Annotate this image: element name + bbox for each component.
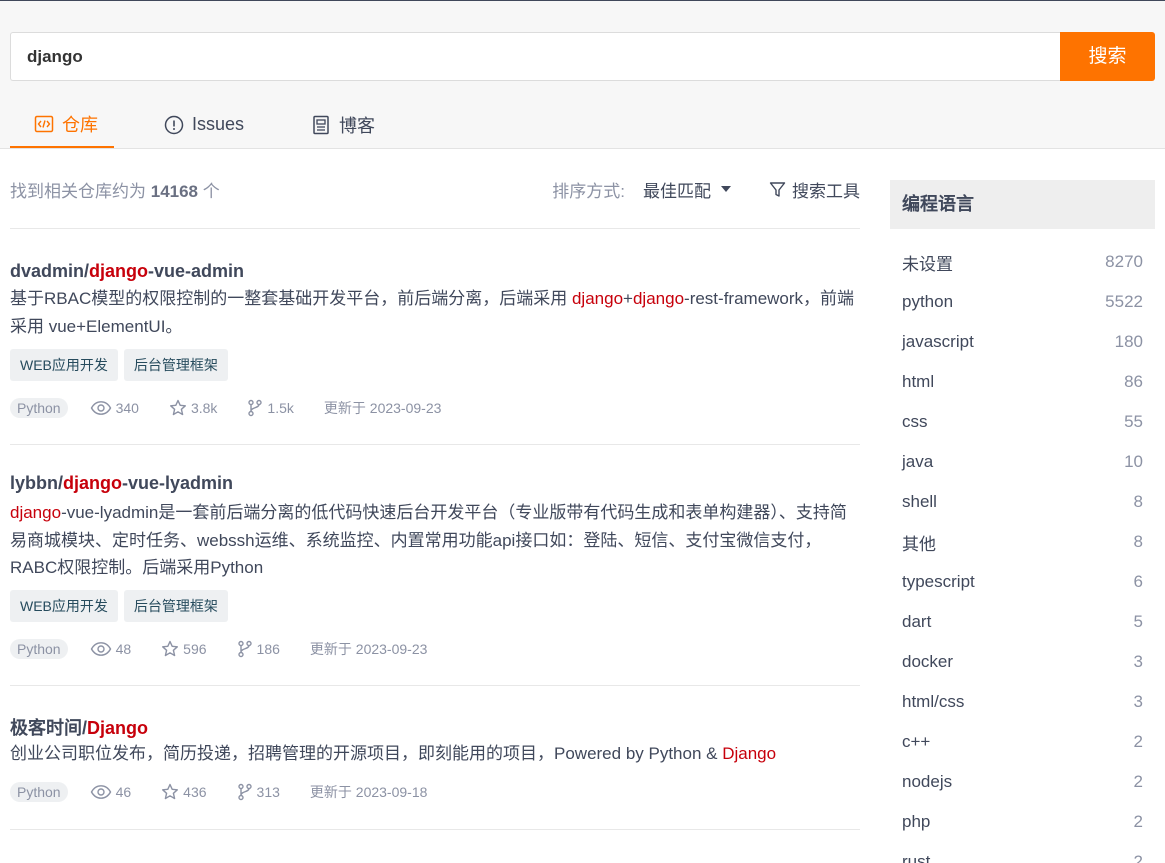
language-filter-item[interactable]: html 86 [890,362,1155,402]
tab-issues[interactable]: Issues [164,101,244,148]
language-filter-item[interactable]: dart 5 [890,602,1155,642]
fork-icon [237,783,252,801]
sort-controls: 排序方式: 最佳匹配 搜索工具 [552,177,860,202]
updated-date: 更新于 2023-09-23 [309,641,428,657]
language-filter-item[interactable]: html/css 3 [890,682,1155,722]
repo-description: 创业公司职位发布，简历投递，招聘管理的开源项目，即刻能用的项目，Powered … [10,744,777,763]
language-badge: Python [10,639,68,659]
fork-icon [248,399,263,417]
language-filter-panel: 编程语言 未设置 8270 python 5522 javascript 180 ht… [890,180,1155,863]
tab-blog[interactable]: 博客 [311,101,375,148]
repo-meta: Python 340 3.8k 1.5k 更新于 2023-09-23 [10,398,441,418]
repo-meta: Python 48 596 186 更新于 2023-09-23 [10,639,427,659]
result-item: lybbn/django-vue-lyadmin django-vue-lyad… [10,445,860,686]
tab-repositories[interactable]: 仓库 [10,101,114,148]
tag[interactable]: WEB应用开发 [10,349,118,381]
language-badge: Python [10,398,68,418]
tag-list: WEB应用开发 后台管理框架 [10,590,228,622]
language-filter-item[interactable]: python 5522 [890,282,1155,322]
result-count: 找到相关仓库约为 14168 个 [10,181,220,201]
star-count: 596 [161,640,207,658]
results-panel: 找到相关仓库约为 14168 个 排序方式: 最佳匹配 搜索工具 dvadmin… [10,150,860,830]
result-item: dvadmin/django-vue-admin 基于RBAC模型的权限控制的一… [10,229,860,445]
repo-title-link[interactable]: lybbn/django-vue-lyadmin [10,473,233,494]
language-filter-item[interactable]: php 2 [890,802,1155,842]
eye-icon [90,401,111,415]
language-filter-item[interactable]: docker 3 [890,642,1155,682]
watch-count: 48 [90,641,131,657]
repo-description: django-vue-lyadmin是一套前后端分离的低代码快速后台开发平台（专… [10,503,847,577]
language-list: 未设置 8270 python 5522 javascript 180 html 86 … [890,229,1155,863]
language-filter-item[interactable]: css 55 [890,402,1155,442]
sidebar-title: 编程语言 [890,180,1155,229]
language-filter-item[interactable]: java 10 [890,442,1155,482]
star-icon [169,399,186,416]
tab-label: 仓库 [62,114,98,135]
star-count: 3.8k [169,399,217,417]
search-input[interactable]: django [10,32,1060,81]
language-filter-item[interactable]: 未设置 8270 [890,242,1155,282]
search-header: django 搜索 仓库 Issues 博客 [0,1,1165,149]
language-filter-item[interactable]: typescript 6 [890,562,1155,602]
eye-icon [90,785,111,799]
fork-count: 186 [237,640,280,658]
updated-date: 更新于 2023-09-23 [323,400,442,416]
fork-count: 313 [237,783,280,801]
language-filter-item[interactable]: nodejs 2 [890,762,1155,802]
star-icon [162,783,179,800]
repo-meta: Python 46 436 313 更新于 2023-09-18 [10,782,427,802]
search-tools-button[interactable]: 搜索工具 [769,177,860,202]
watch-count: 46 [90,784,131,800]
star-count: 436 [161,783,207,801]
sort-dropdown[interactable]: 最佳匹配 [643,177,731,202]
repo-title-link[interactable]: 极客时间/Django [10,714,148,740]
repo-description: 基于RBAC模型的权限控制的一整套基础开发平台，前后端分离，后端采用 djang… [10,289,855,336]
tag[interactable]: WEB应用开发 [10,590,118,622]
issue-icon [164,115,184,135]
tab-label: 博客 [339,115,376,136]
fork-icon [237,640,252,658]
result-item: 极客时间/Django 创业公司职位发布，简历投递，招聘管理的开源项目，即刻能用… [10,686,860,830]
eye-icon [90,642,111,656]
search-tabs: 仓库 Issues 博客 [10,101,375,149]
tag-list: WEB应用开发 后台管理框架 [10,349,228,381]
search-button[interactable]: 搜索 [1060,32,1155,81]
filter-icon [769,181,786,197]
sort-label: 排序方式: [552,181,625,201]
language-filter-item[interactable]: 其他 8 [890,522,1155,562]
caret-down-icon [721,186,731,192]
code-icon [34,114,54,134]
star-icon [162,640,179,657]
tab-label: Issues [192,114,245,134]
tag[interactable]: 后台管理框架 [123,590,228,622]
tag[interactable]: 后台管理框架 [123,349,228,381]
repo-title-link[interactable]: dvadmin/django-vue-admin [10,261,244,282]
fork-count: 1.5k [247,399,294,417]
updated-date: 更新于 2023-09-18 [309,784,428,800]
language-filter-item[interactable]: shell 8 [890,482,1155,522]
language-badge: Python [10,782,68,802]
language-filter-item[interactable]: javascript 180 [890,322,1155,362]
result-bar: 找到相关仓库约为 14168 个 排序方式: 最佳匹配 搜索工具 [10,150,860,229]
language-filter-item[interactable]: c++ 2 [890,722,1155,762]
blog-icon [311,115,331,135]
watch-count: 340 [90,400,139,416]
language-filter-item[interactable]: rust 2 [890,842,1155,863]
